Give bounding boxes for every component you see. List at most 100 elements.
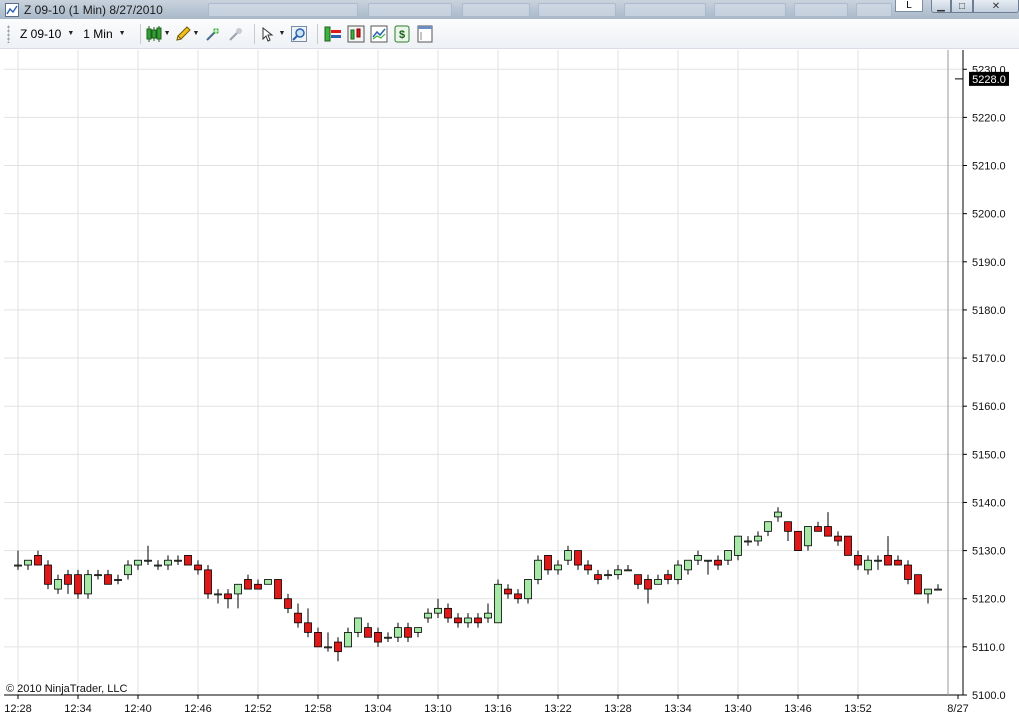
zoom-icon <box>291 25 308 42</box>
ghost-toolbar-field <box>624 3 706 17</box>
candle-up <box>174 559 182 562</box>
candle-down <box>454 617 462 624</box>
candle-up <box>494 583 502 624</box>
candle-up <box>524 579 532 600</box>
x-axis-tick-label: 8/27 <box>947 703 968 712</box>
order-bars-button[interactable] <box>323 24 343 44</box>
candle-up <box>144 559 152 562</box>
interval-selector[interactable]: 1 Min ▼ <box>83 27 125 41</box>
candlestick-style-icon <box>146 25 162 42</box>
price-chart[interactable]: 5100.0 5110.0 5120.0 5130.0 5140.0 5150.0 5160… <box>0 50 1019 712</box>
candle-up <box>164 559 172 566</box>
candle-up <box>14 564 22 567</box>
candle-down <box>814 526 822 532</box>
candle-up <box>214 593 222 596</box>
chevron-down-icon: ▼ <box>118 30 126 37</box>
candle-down <box>444 607 452 619</box>
chart-trader-icon <box>347 25 365 42</box>
candle-up <box>414 627 422 633</box>
candle-up <box>384 636 392 639</box>
toolbar-separator <box>317 23 319 44</box>
candle-down <box>294 612 302 624</box>
candle-down <box>844 535 852 556</box>
candle-up <box>134 559 142 566</box>
candle-up <box>424 612 432 619</box>
x-axis-tick-label: 12:40 <box>124 703 152 712</box>
data-box-icon <box>417 25 433 42</box>
y-axis-tick-label: 5130.0 <box>972 546 1006 558</box>
top-tab[interactable]: L <box>895 0 923 12</box>
x-axis-tick-label: 13:46 <box>784 703 812 712</box>
x-axis-tick-label: 12:34 <box>64 703 92 712</box>
candle-down <box>364 627 372 638</box>
candle-up <box>114 579 122 581</box>
chart-toolbar: Z 09-10 ▼ 1 Min ▼ ▼ ▼ ▼ $ <box>0 19 1019 49</box>
candle-up <box>434 607 442 614</box>
candle-down <box>474 617 482 624</box>
candle-down <box>194 564 202 571</box>
pointer-button[interactable]: ▼ <box>260 26 285 42</box>
svg-text:$: $ <box>399 29 405 41</box>
y-axis-tick-label: 5160.0 <box>972 401 1006 413</box>
candle-up <box>84 574 92 595</box>
y-axis-tick-label: 5170.0 <box>972 353 1006 365</box>
candle-up <box>744 540 752 543</box>
price-chart-svg[interactable]: 5100.0 5110.0 5120.0 5130.0 5140.0 5150.0 5160… <box>0 50 1019 712</box>
x-axis-tick-label: 13:22 <box>544 703 572 712</box>
instrument-label: Z 09-10 <box>20 26 62 41</box>
candle-down <box>854 555 862 566</box>
candle-up <box>554 564 562 571</box>
candle-down <box>304 622 312 633</box>
candle-up <box>704 559 712 562</box>
instrument-selector[interactable]: Z 09-10 ▼ <box>20 27 74 41</box>
candle-up <box>924 588 932 595</box>
data-box-button[interactable] <box>415 24 435 44</box>
pointer-icon <box>262 26 274 42</box>
window-title: Z 09-10 (1 Min) 8/27/2010 <box>24 2 163 17</box>
toolbar-separator <box>139 23 141 44</box>
window-title-bar: Z 09-10 (1 Min) 8/27/2010 L ▁ □ ✕ <box>0 0 1019 19</box>
candle-down <box>594 574 602 580</box>
minimize-button[interactable]: ▁ <box>931 0 951 13</box>
chevron-down-icon: ▼ <box>278 30 286 37</box>
account-button[interactable]: $ <box>392 24 412 44</box>
x-axis-tick-label: 13:16 <box>484 703 512 712</box>
candle-up <box>94 574 102 577</box>
maximize-button[interactable]: □ <box>951 0 973 13</box>
candle-up <box>24 559 32 566</box>
toolbar-grip[interactable] <box>7 24 10 43</box>
candle-down <box>374 632 382 643</box>
candle-down <box>74 574 82 595</box>
drawing-tools-button[interactable]: ▼ <box>175 25 199 42</box>
candle-down <box>584 564 592 571</box>
candle-up <box>124 564 132 576</box>
candle-down <box>644 579 652 590</box>
candle-up <box>654 579 662 585</box>
x-axis-tick-label: 13:40 <box>724 703 752 712</box>
x-axis-tick-label: 13:10 <box>424 703 452 712</box>
zoom-button[interactable] <box>289 24 309 44</box>
toolbar-separator <box>254 23 256 44</box>
order-bars-icon <box>324 26 342 41</box>
candle-up <box>154 564 162 567</box>
y-axis-tick-label: 5120.0 <box>972 594 1006 606</box>
candle-down <box>824 526 832 537</box>
strategies-button[interactable] <box>226 24 246 44</box>
candle-down <box>284 598 292 609</box>
ghost-toolbar-field <box>856 3 892 17</box>
dollar-icon: $ <box>394 25 410 42</box>
x-axis-tick-label: 13:34 <box>664 703 692 712</box>
copyright-text: © 2010 NinjaTrader, LLC <box>6 683 128 695</box>
candle-up <box>934 588 942 591</box>
chart-trader-button[interactable] <box>346 24 366 44</box>
ghost-toolbar-field <box>714 3 786 17</box>
chart-properties-button[interactable] <box>369 24 389 44</box>
chart-style-button[interactable]: ▼ <box>146 25 171 43</box>
candle-down <box>544 555 552 571</box>
x-axis-tick-label: 13:04 <box>364 703 392 712</box>
indicators-button[interactable] <box>203 24 223 44</box>
candle-up <box>804 526 812 547</box>
candle-down <box>914 574 922 595</box>
close-button[interactable]: ✕ <box>973 0 1019 13</box>
strategy-icon <box>229 27 243 41</box>
